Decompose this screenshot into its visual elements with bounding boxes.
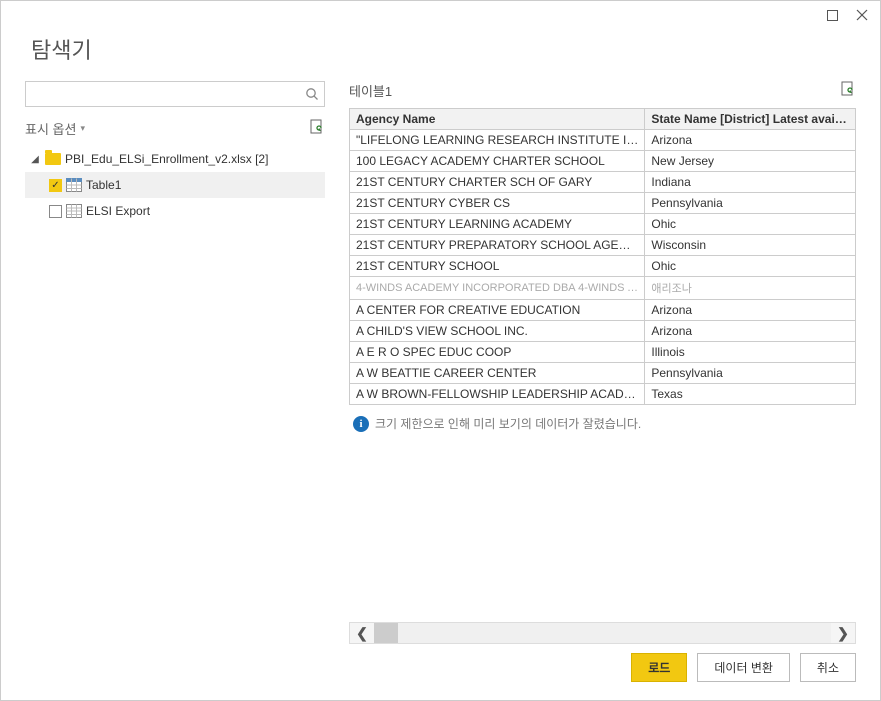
window-maximize-icon[interactable] bbox=[824, 7, 840, 23]
cell-state-name: Ohic bbox=[645, 214, 856, 235]
grid-header-row: Agency Name State Name [District] Latest… bbox=[350, 109, 856, 130]
search-input-container[interactable] bbox=[25, 81, 325, 107]
tree-item-elsi-export[interactable]: ELSI Export bbox=[25, 198, 325, 224]
table-row[interactable]: A W BEATTIE CAREER CENTERPennsylvania bbox=[350, 363, 856, 384]
table-row[interactable]: "LIFELONG LEARNING RESEARCH INSTITUTE IN… bbox=[350, 130, 856, 151]
cell-agency-name: 21ST CENTURY LEARNING ACADEMY bbox=[350, 214, 645, 235]
preview-grid: Agency Name State Name [District] Latest… bbox=[349, 108, 856, 405]
cell-state-name: Pennsylvania bbox=[645, 193, 856, 214]
tree-file-root[interactable]: ◢ PBI_Edu_ELSi_Enrollment_v2.xlsx [2] bbox=[25, 146, 325, 172]
cell-agency-name: A CENTER FOR CREATIVE EDUCATION bbox=[350, 300, 645, 321]
table-row[interactable]: 21ST CENTURY SCHOOLOhic bbox=[350, 256, 856, 277]
cell-state-name: Indiana bbox=[645, 172, 856, 193]
cell-agency-name: 21ST CENTURY PREPARATORY SCHOOL AGENCY bbox=[350, 235, 645, 256]
cell-state-name: Wisconsin bbox=[645, 235, 856, 256]
display-options-label: 표시 옵션 bbox=[25, 119, 76, 138]
table-row[interactable]: A W BROWN-FELLOWSHIP LEADERSHIP ACADEMYT… bbox=[350, 384, 856, 405]
chevron-down-icon: ▾ bbox=[80, 123, 85, 134]
cell-agency-name: A W BROWN-FELLOWSHIP LEADERSHIP ACADEMY bbox=[350, 384, 645, 405]
scrollbar-track[interactable] bbox=[374, 623, 831, 643]
refresh-tree-icon[interactable] bbox=[309, 119, 325, 138]
scroll-right-icon[interactable]: ❯ bbox=[831, 625, 855, 642]
load-button[interactable]: 로드 bbox=[631, 653, 687, 682]
scroll-left-icon[interactable]: ❮ bbox=[350, 625, 374, 642]
page-title: 탐색기 bbox=[31, 33, 850, 65]
truncation-message: 크기 제한으로 인해 미리 보기의 데이터가 잘렸습니다. bbox=[375, 415, 641, 432]
tree-collapse-icon[interactable]: ◢ bbox=[29, 154, 41, 165]
tree-item-label: Table1 bbox=[86, 178, 121, 192]
cell-agency-name: A CHILD'S VIEW SCHOOL INC. bbox=[350, 321, 645, 342]
cell-agency-name: "LIFELONG LEARNING RESEARCH INSTITUTE IN… bbox=[350, 130, 645, 151]
tree-root-label: PBI_Edu_ELSi_Enrollment_v2.xlsx [2] bbox=[65, 152, 268, 166]
refresh-preview-icon[interactable] bbox=[840, 81, 856, 100]
column-header[interactable]: Agency Name bbox=[350, 109, 645, 130]
table-row[interactable]: 21ST CENTURY CHARTER SCH OF GARYIndiana bbox=[350, 172, 856, 193]
cell-agency-name: A E R O SPEC EDUC COOP bbox=[350, 342, 645, 363]
table-row[interactable]: 21ST CENTURY CYBER CSPennsylvania bbox=[350, 193, 856, 214]
table-row[interactable]: 100 LEGACY ACADEMY CHARTER SCHOOLNew Jer… bbox=[350, 151, 856, 172]
horizontal-scrollbar[interactable]: ❮ ❯ bbox=[349, 622, 856, 644]
checkbox-table1[interactable]: ✓ bbox=[49, 179, 62, 192]
cell-agency-name: 4-WINDS ACADEMY INCORPORATED DBA 4-WINDS… bbox=[350, 277, 645, 300]
table-row[interactable]: A CHILD'S VIEW SCHOOL INC.Arizona bbox=[350, 321, 856, 342]
cell-state-name: Pennsylvania bbox=[645, 363, 856, 384]
cell-agency-name: 21ST CENTURY CYBER CS bbox=[350, 193, 645, 214]
cell-agency-name: 21ST CENTURY CHARTER SCH OF GARY bbox=[350, 172, 645, 193]
scrollbar-thumb[interactable] bbox=[374, 623, 398, 643]
table-row[interactable]: 21ST CENTURY LEARNING ACADEMYOhic bbox=[350, 214, 856, 235]
table-icon bbox=[66, 178, 82, 192]
info-icon: i bbox=[353, 416, 369, 432]
cell-state-name: 애리조나 bbox=[645, 277, 856, 300]
folder-icon bbox=[45, 153, 61, 165]
column-header[interactable]: State Name [District] Latest available y… bbox=[645, 109, 856, 130]
table-row[interactable]: 4-WINDS ACADEMY INCORPORATED DBA 4-WINDS… bbox=[350, 277, 856, 300]
table-row[interactable]: 21ST CENTURY PREPARATORY SCHOOL AGENCYWi… bbox=[350, 235, 856, 256]
preview-title: 테이블1 bbox=[349, 81, 392, 100]
cell-state-name: Arizona bbox=[645, 300, 856, 321]
cancel-button[interactable]: 취소 bbox=[800, 653, 856, 682]
checkbox-elsi-export[interactable] bbox=[49, 205, 62, 218]
search-input[interactable] bbox=[26, 82, 300, 106]
cell-state-name: Arizona bbox=[645, 130, 856, 151]
cell-agency-name: 21ST CENTURY SCHOOL bbox=[350, 256, 645, 277]
navigator-tree: ◢ PBI_Edu_ELSi_Enrollment_v2.xlsx [2] ✓ … bbox=[25, 146, 325, 224]
cell-agency-name: A W BEATTIE CAREER CENTER bbox=[350, 363, 645, 384]
cell-state-name: Ohic bbox=[645, 256, 856, 277]
truncation-info: i 크기 제한으로 인해 미리 보기의 데이터가 잘렸습니다. bbox=[349, 405, 856, 442]
cell-state-name: Texas bbox=[645, 384, 856, 405]
sheet-icon bbox=[66, 204, 82, 218]
cell-state-name: Arizona bbox=[645, 321, 856, 342]
tree-item-table1[interactable]: ✓ Table1 bbox=[25, 172, 325, 198]
cell-state-name: Illinois bbox=[645, 342, 856, 363]
display-options-dropdown[interactable]: 표시 옵션 ▾ bbox=[25, 119, 85, 138]
cell-state-name: New Jersey bbox=[645, 151, 856, 172]
table-row[interactable]: A E R O SPEC EDUC COOPIllinois bbox=[350, 342, 856, 363]
tree-item-label: ELSI Export bbox=[86, 204, 150, 218]
table-row[interactable]: A CENTER FOR CREATIVE EDUCATIONArizona bbox=[350, 300, 856, 321]
transform-data-button[interactable]: 데이터 변환 bbox=[697, 653, 790, 682]
search-icon[interactable] bbox=[300, 87, 324, 101]
window-close-icon[interactable] bbox=[854, 7, 870, 23]
cell-agency-name: 100 LEGACY ACADEMY CHARTER SCHOOL bbox=[350, 151, 645, 172]
